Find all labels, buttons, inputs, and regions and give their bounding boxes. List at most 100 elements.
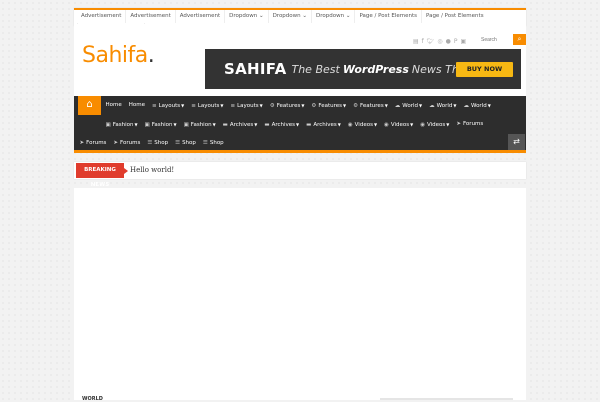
nav-item-label: Home (105, 102, 122, 108)
shop-icon: ☰ (202, 140, 208, 146)
logo-dot: . (147, 43, 155, 68)
nav-item-label: Home (128, 102, 145, 108)
nav-row-3: ➤ Forums ➤ Forums ☰ Shop ☰ Shop ☰ Shop (76, 134, 227, 153)
nav-item-layouts[interactable]: ≡ Layouts▼ (149, 96, 188, 116)
banner-tagline-1: The Best (291, 62, 340, 76)
breaking-news-label: BREAKING NEWS (76, 163, 128, 188)
nav-item-label: World (402, 103, 419, 109)
nav-item-features[interactable]: ⚙ Features▼ (308, 96, 350, 116)
chevron-down-icon: ▼ (446, 122, 450, 127)
fashion-icon: ▣ (105, 122, 111, 128)
search-icon[interactable]: ⌕ (513, 34, 526, 45)
nav-item-archives[interactable]: ▬ Archives▼ (219, 115, 261, 135)
chevron-down-icon: ▼ (254, 122, 258, 127)
nav-item-forums[interactable]: ➤ Forums (453, 115, 487, 135)
nav-item-videos[interactable]: ◉ Videos▼ (417, 115, 453, 135)
nav-item-layouts[interactable]: ≡ Layouts▼ (188, 96, 227, 116)
site-header: Sahifa. ▤ f 🐦︎ ◎ ● P ▣ ⌕ SAHIFA The Best… (74, 24, 526, 96)
chevron-down-icon: ▼ (384, 103, 388, 108)
nav-item-features[interactable]: ⚙ Features▼ (266, 96, 308, 116)
dribbble-icon[interactable]: ◎ (437, 38, 442, 45)
search-box: ⌕ (478, 34, 526, 45)
top-menu-item[interactable]: Advertisement (174, 10, 224, 23)
nav-item-label: Shop (182, 140, 196, 146)
nav-item-label: Forums (86, 140, 107, 146)
random-article-icon[interactable]: ⇄ (508, 134, 525, 150)
nav-item-videos[interactable]: ◉ Videos▼ (381, 115, 417, 135)
nav-item-label: Features (276, 103, 301, 109)
buy-now-button[interactable]: BUY NOW (456, 62, 513, 77)
nav-item-label: Archives (229, 122, 254, 128)
archives-icon: ▬ (222, 122, 228, 128)
nav-item-label: World (470, 103, 487, 109)
breaking-news-headline[interactable]: Hello world! (130, 162, 174, 179)
shop-icon: ☰ (175, 140, 181, 146)
facebook-icon[interactable]: f (422, 38, 424, 45)
nav-item-label: Features (318, 103, 343, 109)
world-icon: ☁ (463, 103, 469, 109)
top-menu-item[interactable]: Page / Post Elements (421, 10, 488, 23)
nav-item-label: World (436, 103, 453, 109)
top-menu-item[interactable]: Dropdown ⌄ (267, 10, 311, 23)
main-navigation: ⌂ Home Home ≡ Layouts▼ ≡ Layouts▼ ≡ Layouts▼ ⚙ Fe… (74, 96, 526, 153)
nav-item-features[interactable]: ⚙ Features▼ (350, 96, 392, 116)
chevron-down-icon: ▼ (220, 103, 224, 108)
nav-item-forums[interactable]: ➤ Forums (76, 134, 110, 153)
nav-item-home[interactable]: Home (102, 96, 125, 116)
nav-item-label: Layouts (197, 103, 220, 109)
nav-item-layouts[interactable]: ≡ Layouts▼ (227, 96, 266, 116)
banner-tagline-2: WordPress (342, 62, 409, 76)
site-logo[interactable]: Sahifa. (82, 43, 155, 68)
pinterest-icon[interactable]: P (454, 38, 458, 45)
nav-item-world[interactable]: ☁ World▼ (460, 96, 494, 116)
videos-icon: ◉ (384, 122, 389, 128)
nav-item-shop[interactable]: ☰ Shop (144, 134, 172, 153)
top-menu-item[interactable]: Page / Post Elements (354, 10, 421, 23)
chevron-down-icon: ▼ (419, 103, 423, 108)
top-menu-item[interactable]: Advertisement (77, 10, 125, 23)
nav-item-label: Layouts (237, 103, 259, 109)
nav-item-fashion[interactable]: ▣ Fashion▼ (102, 115, 141, 135)
home-icon[interactable]: ⌂ (78, 96, 101, 115)
videos-icon: ◉ (347, 122, 353, 128)
rss-icon[interactable]: ▤ (413, 38, 419, 45)
nav-item-label: Shop (209, 140, 224, 146)
nav-item-forums[interactable]: ➤ Forums (110, 134, 144, 153)
chevron-down-icon: ▼ (259, 103, 263, 108)
header-banner-ad[interactable]: SAHIFA The Best WordPress News Theme BUY… (205, 49, 521, 89)
world-icon: ☁ (429, 103, 435, 109)
features-icon: ⚙ (269, 103, 275, 109)
nav-item-archives[interactable]: ▬ Archives▼ (261, 115, 303, 135)
chevron-down-icon: ▼ (487, 103, 491, 108)
chevron-down-icon: ▼ (301, 103, 305, 108)
search-input[interactable] (478, 34, 513, 45)
nav-item-shop[interactable]: ☰ Shop (199, 134, 227, 153)
nav-row-2: ▣ Fashion▼ ▣ Fashion▼ ▣ Fashion▼ ▬ Archives▼ ▬ Ar… (102, 115, 487, 135)
nav-item-label: Videos (354, 122, 373, 128)
nav-item-shop[interactable]: ☰ Shop (172, 134, 200, 153)
nav-item-archives[interactable]: ▬ Archives▼ (303, 115, 345, 135)
nav-item-world[interactable]: ☁ World▼ (426, 96, 460, 116)
instagram-icon[interactable]: ▣ (461, 38, 467, 45)
forums-icon: ➤ (113, 140, 119, 146)
chevron-down-icon: ▼ (212, 122, 216, 127)
top-menu-item[interactable]: Dropdown ⌄ (224, 10, 267, 23)
top-menu-item[interactable]: Advertisement (125, 10, 174, 23)
nav-item-fashion[interactable]: ▣ Fashion▼ (141, 115, 180, 135)
chevron-down-icon: ▼ (134, 122, 138, 127)
nav-item-label: Layouts (158, 103, 181, 109)
nav-item-label: Forums (120, 140, 141, 146)
top-menu-item[interactable]: Dropdown ⌄ (311, 10, 354, 23)
nav-item-world[interactable]: ☁ World▼ (391, 96, 425, 116)
nav-item-fashion[interactable]: ▣ Fashion▼ (180, 115, 219, 135)
nav-item-label: Videos (427, 122, 446, 128)
flickr-icon[interactable]: ● (446, 38, 451, 45)
chevron-down-icon: ▼ (453, 103, 457, 108)
fashion-icon: ▣ (183, 122, 189, 128)
twitter-icon[interactable]: 🐦︎ (427, 38, 435, 45)
forums-icon: ➤ (79, 140, 85, 146)
nav-item-videos[interactable]: ◉ Videos▼ (344, 115, 380, 135)
nav-row-1: Home Home ≡ Layouts▼ ≡ Layouts▼ ≡ Layouts▼ ⚙ Feat… (102, 96, 494, 116)
nav-item-label: Videos (390, 122, 410, 128)
nav-item-home[interactable]: Home (125, 96, 148, 116)
